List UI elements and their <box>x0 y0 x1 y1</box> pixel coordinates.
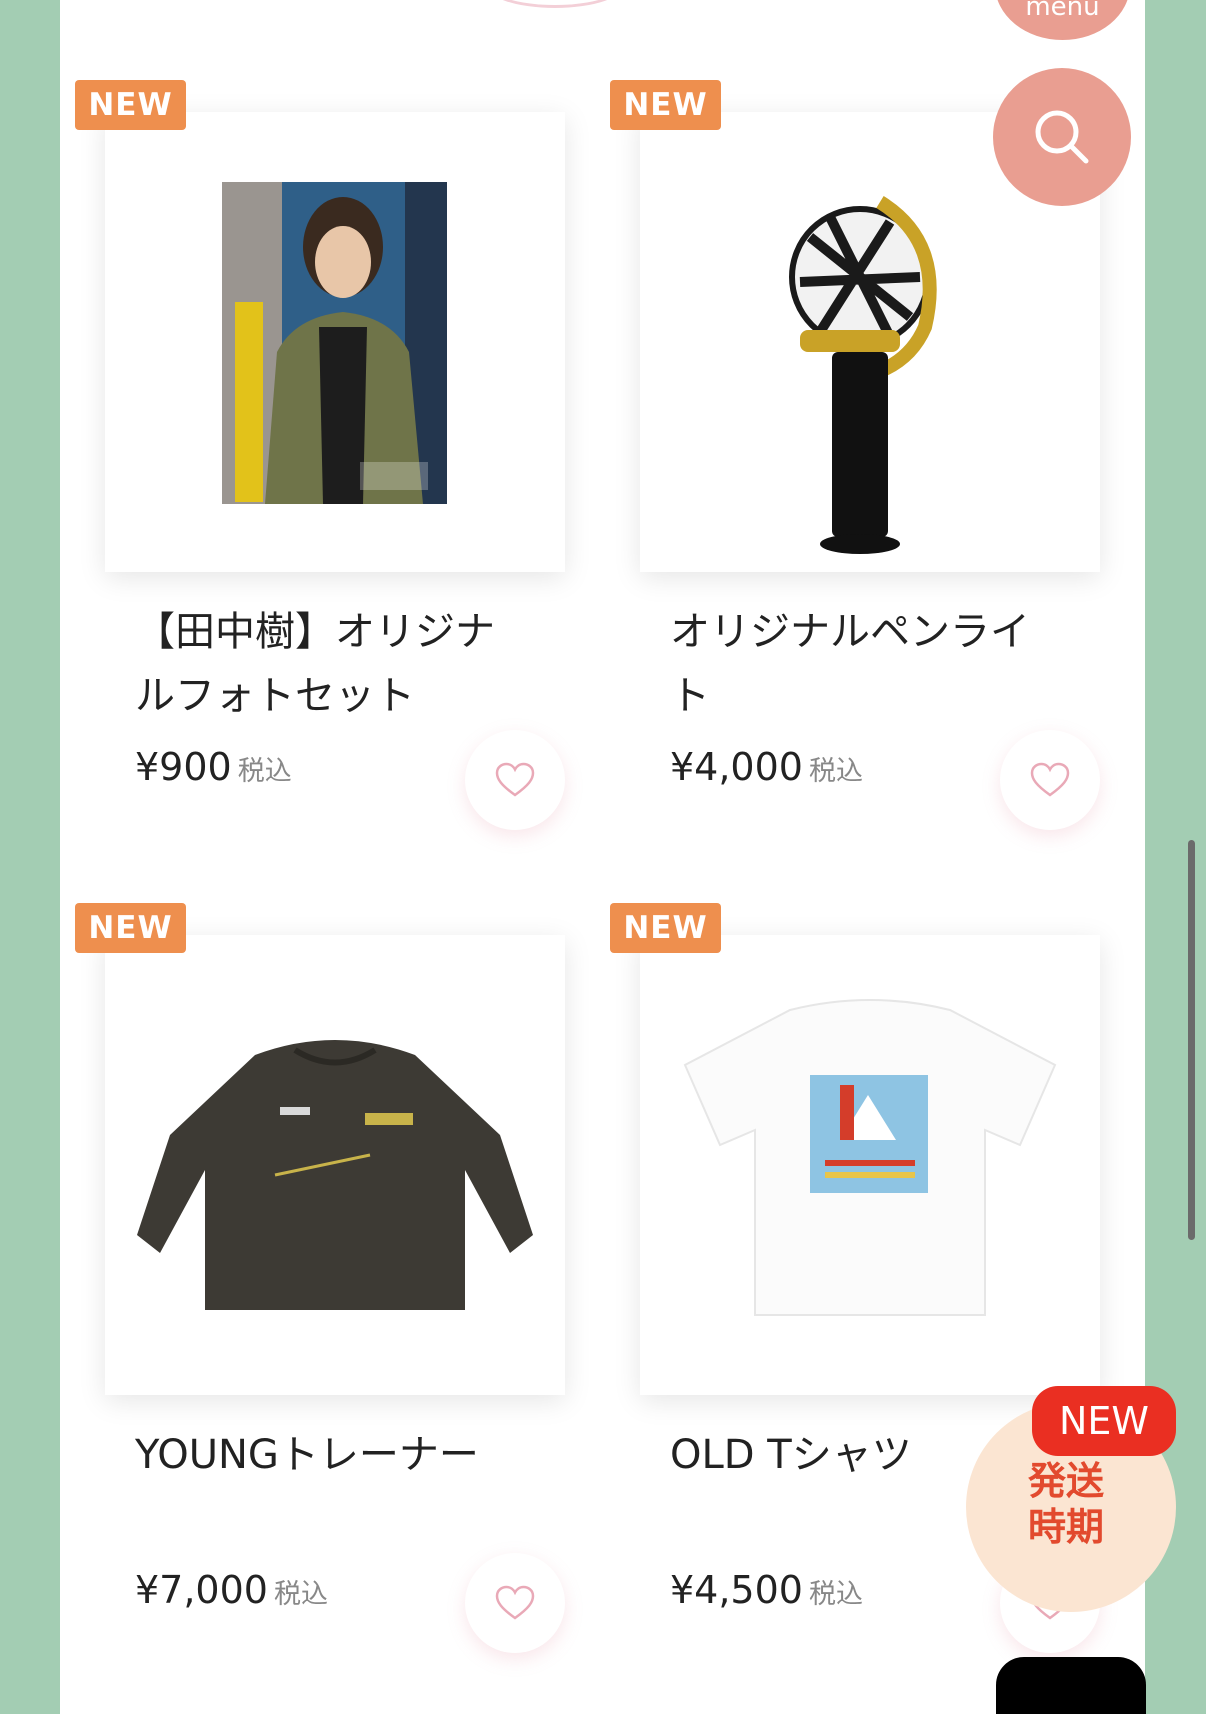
new-badge: NEW <box>610 80 721 130</box>
favorite-button[interactable] <box>465 730 565 830</box>
tshirt-image <box>683 999 1057 1316</box>
heart-icon <box>495 762 535 797</box>
price-value: ¥900 <box>135 745 232 789</box>
sweatshirt-image <box>137 1040 533 1310</box>
price-value: ¥4,500 <box>670 1568 803 1612</box>
product-price: ¥4,500 税込 <box>670 1568 863 1612</box>
search-button[interactable] <box>993 68 1131 206</box>
scrollbar[interactable] <box>1188 840 1195 1240</box>
floating-black-button[interactable] <box>996 1657 1146 1714</box>
product-image[interactable] <box>105 935 565 1395</box>
tax-label: 税込 <box>237 756 292 787</box>
new-badge: NEW <box>75 903 186 953</box>
tax-label: 税込 <box>808 756 863 787</box>
product-price: ¥4,000 税込 <box>670 745 863 789</box>
product-title[interactable]: YOUNGトレーナー <box>135 1423 525 1487</box>
photo-set-image <box>222 182 447 504</box>
product-price: ¥7,000 税込 <box>135 1568 328 1612</box>
menu-button[interactable]: menu <box>995 0 1130 40</box>
price-value: ¥7,000 <box>135 1568 268 1612</box>
favorite-button[interactable] <box>465 1553 565 1653</box>
top-decoration <box>485 0 625 8</box>
product-image[interactable] <box>640 935 1100 1395</box>
product-title[interactable]: オリジナルペンライト <box>670 600 1060 728</box>
heart-icon <box>495 1585 535 1620</box>
new-badge: NEW <box>610 903 721 953</box>
shipping-info-label[interactable]: 発送時期 <box>1028 1458 1128 1550</box>
product-price: ¥900 税込 <box>135 745 292 789</box>
product-title[interactable]: 【田中樹】オリジナルフォトセット <box>135 600 525 728</box>
shipping-new-badge: NEW <box>1032 1386 1176 1456</box>
heart-icon <box>1030 762 1070 797</box>
tax-label: 税込 <box>273 1579 328 1610</box>
favorite-button[interactable] <box>1000 730 1100 830</box>
product-image[interactable] <box>105 112 565 572</box>
price-value: ¥4,000 <box>670 745 803 789</box>
search-icon <box>1035 110 1089 164</box>
new-badge: NEW <box>75 80 186 130</box>
tax-label: 税込 <box>808 1579 863 1610</box>
